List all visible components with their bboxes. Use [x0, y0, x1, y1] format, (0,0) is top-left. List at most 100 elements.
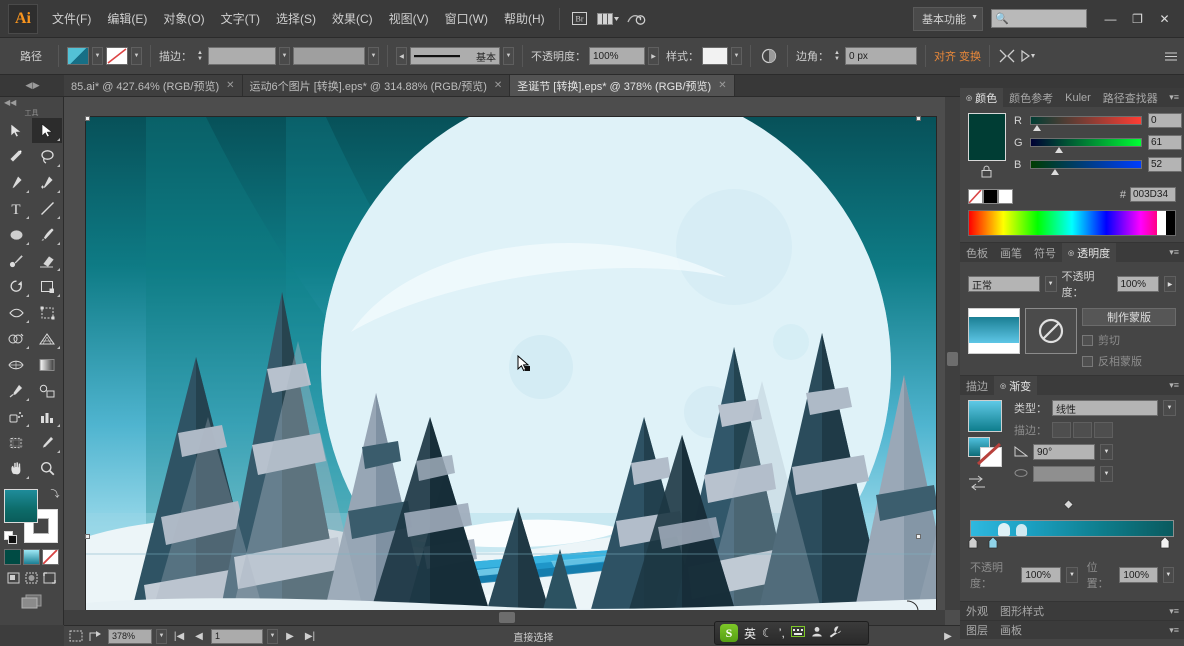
type-tool[interactable]: T [1, 196, 31, 221]
hex-value-field[interactable]: 003D34 [1130, 187, 1176, 202]
panel-menu-icon[interactable] [1164, 51, 1178, 62]
menu-item-effect[interactable]: 效果(C) [324, 6, 381, 31]
document-tab-1[interactable]: 85.ai* @ 427.64% (RGB/预览) ✕ [64, 75, 243, 96]
stroke-gradient-across-button[interactable] [1094, 422, 1113, 438]
shape-builder-tool[interactable] [1, 326, 31, 351]
gradient-type-field[interactable]: 线性 [1052, 400, 1158, 416]
tab-appearance[interactable]: 外观 [960, 602, 994, 621]
panel-menu-icon[interactable]: ▾≡ [1169, 380, 1184, 391]
menu-item-type[interactable]: 文字(T) [213, 6, 268, 31]
artboard-dropdown-icon[interactable]: ▼ [267, 628, 278, 644]
tab-layers[interactable]: 图层 [960, 621, 994, 640]
slider-knob[interactable] [1055, 147, 1063, 153]
menu-item-edit[interactable]: 编辑(E) [99, 6, 155, 31]
restore-button[interactable]: ❐ [1124, 8, 1151, 29]
status-menu-icon[interactable]: ▶ [940, 628, 956, 644]
white-swatch[interactable] [998, 189, 1013, 204]
user-icon[interactable] [811, 626, 823, 640]
fill-swatch[interactable] [3, 489, 38, 523]
lock-icon[interactable] [980, 165, 994, 179]
minimize-button[interactable]: — [1097, 8, 1124, 29]
mask-thumbnail[interactable] [1025, 308, 1077, 354]
artboard-tool[interactable] [1, 430, 31, 455]
tab-gradient[interactable]: ◎ 渐变 [994, 376, 1038, 395]
blend-mode-field[interactable]: 正常 [968, 276, 1040, 292]
close-icon[interactable]: ✕ [494, 80, 502, 91]
comma-icon[interactable]: ’, [779, 626, 785, 640]
slider-knob[interactable] [1051, 169, 1059, 175]
menu-item-select[interactable]: 选择(S) [268, 6, 324, 31]
column-graph-tool[interactable] [32, 404, 62, 429]
nav-next-artboard-icon[interactable]: ▶ [282, 628, 298, 644]
selection-anchor-top-right[interactable] [916, 116, 921, 121]
panel-menu-icon[interactable]: ▾≡ [1169, 625, 1184, 636]
gradient-aspect-field[interactable] [1033, 466, 1095, 482]
red-slider[interactable] [1030, 116, 1142, 131]
fill-dropdown-icon[interactable]: ▼ [92, 47, 103, 65]
direct-selection-tool[interactable] [32, 118, 62, 143]
tab-color[interactable]: ◎ 颜色 [960, 88, 1004, 107]
corner-stepper[interactable]: ▲ ▼ [832, 47, 842, 65]
stroke-gradient-within-button[interactable] [1052, 422, 1071, 438]
eraser-tool[interactable] [32, 248, 62, 273]
zoom-dropdown-icon[interactable]: ▼ [156, 628, 167, 644]
zoom-tool[interactable] [32, 456, 62, 481]
stroke-weight-field[interactable] [208, 47, 276, 65]
active-fill-swatch[interactable] [968, 113, 1006, 161]
brush-dropdown-icon[interactable]: ▼ [503, 47, 514, 65]
green-value-field[interactable]: 61 [1148, 135, 1182, 150]
green-slider[interactable] [1030, 138, 1142, 153]
selection-tool[interactable] [1, 118, 31, 143]
zoom-level-field[interactable]: 378% [108, 628, 152, 644]
gradient-stop-start[interactable] [968, 536, 978, 549]
color-button[interactable] [4, 549, 21, 565]
menu-item-object[interactable]: 对象(O) [155, 6, 212, 31]
tab-stroke[interactable]: 描边 [960, 376, 994, 395]
blue-value-field[interactable]: 52 [1148, 157, 1182, 172]
menu-item-view[interactable]: 视图(V) [381, 6, 437, 31]
graphic-style-swatch[interactable] [702, 47, 728, 65]
menu-item-window[interactable]: 窗口(W) [437, 6, 496, 31]
transform-button[interactable]: 变换 [959, 48, 981, 64]
recolor-artwork-icon[interactable] [759, 48, 779, 64]
pen-tool[interactable] [1, 170, 31, 195]
selection-anchor-mid-left[interactable] [85, 534, 90, 539]
gradient-stop-middle[interactable] [988, 536, 998, 549]
width-tool[interactable] [1, 300, 31, 325]
close-icon[interactable]: ✕ [718, 80, 726, 91]
paintbrush-tool[interactable] [32, 222, 62, 247]
transparency-opacity-field[interactable]: 100% [1116, 276, 1160, 292]
menu-item-help[interactable]: 帮助(H) [496, 6, 553, 31]
gradient-aspect-dropdown-icon[interactable]: ▼ [1100, 466, 1113, 482]
moon-icon[interactable]: ☾ [762, 626, 773, 640]
scrollbar-thumb[interactable] [947, 352, 958, 366]
document-tab-2[interactable]: 运动6个图片 [转换].eps* @ 314.88% (RGB/预览) ✕ [242, 75, 511, 96]
ime-toolbar[interactable]: S 英 ☾ ’, [714, 621, 869, 645]
panel-menu-icon[interactable]: ▾≡ [1169, 606, 1184, 617]
draw-normal-icon[interactable] [6, 571, 21, 585]
black-swatch[interactable] [983, 189, 998, 204]
gradient-stop-opacity-dropdown-icon[interactable]: ▼ [1066, 567, 1078, 583]
gradient-midpoint-diamond[interactable] [1063, 499, 1074, 512]
nav-prev-artboard-icon[interactable]: ◀ [191, 628, 207, 644]
stroke-profile-field[interactable] [293, 47, 365, 65]
ime-language-mode[interactable]: 英 [744, 625, 756, 642]
isolate-selected-icon[interactable] [998, 49, 1016, 63]
selection-anchor-mid-right[interactable] [916, 534, 921, 539]
swap-fill-stroke-icon[interactable]: ⤵ [50, 487, 59, 500]
artboard-number-field[interactable]: 1 [211, 628, 263, 644]
add-anchor-point-tool[interactable] [32, 170, 62, 195]
gradient-angle-field[interactable]: 90° [1033, 444, 1095, 460]
scrollbar-thumb[interactable] [499, 612, 515, 623]
default-fill-stroke-icon[interactable] [3, 531, 18, 545]
tab-brushes[interactable]: 画笔 [994, 243, 1028, 262]
gradient-stop-location-dropdown-icon[interactable]: ▼ [1162, 567, 1174, 583]
share-icon[interactable] [88, 628, 104, 644]
artboard[interactable] [85, 116, 937, 612]
tab-swatches[interactable]: 色板 [960, 243, 994, 262]
none-button[interactable] [42, 549, 59, 565]
tab-symbols[interactable]: 符号 [1028, 243, 1062, 262]
arrange-documents-icon[interactable] [596, 8, 620, 30]
workspace-switcher[interactable]: 基本功能 ▼ [913, 6, 983, 31]
blob-brush-tool[interactable] [1, 248, 31, 273]
